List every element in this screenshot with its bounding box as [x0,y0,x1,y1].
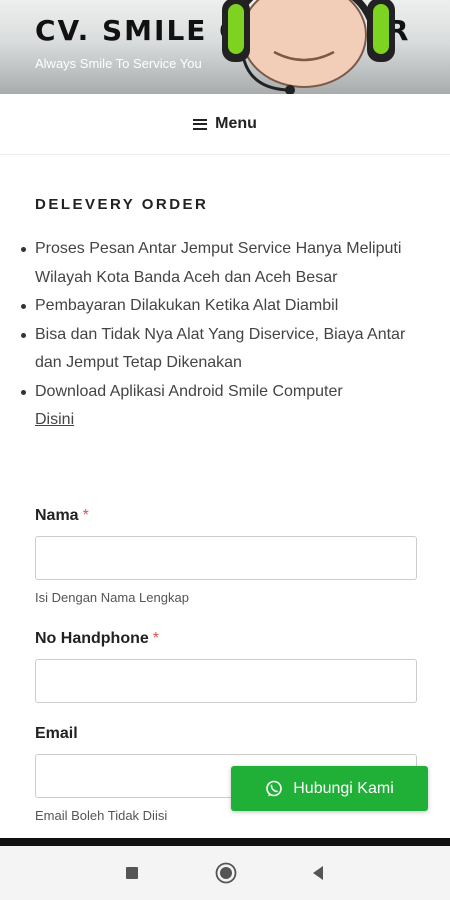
home-icon [215,862,237,884]
whatsapp-icon [266,780,283,796]
whatsapp-button-label: Hubungi Kami [293,779,394,797]
nama-input[interactable] [35,536,417,580]
mascot-logo [222,0,395,94]
info-list: Proses Pesan Antar Jemput Service Hanya … [21,235,420,435]
android-navbar [0,846,450,900]
phone-input[interactable] [35,659,417,703]
whatsapp-contact-button[interactable]: Hubungi Kami [231,766,428,811]
email-label: Email [35,725,78,742]
list-item: Pembayaran Dilakukan Ketika Alat Diambil [21,292,420,321]
recents-button[interactable] [112,846,152,900]
menu-toggle[interactable]: Menu [0,94,450,155]
back-button[interactable] [298,846,338,900]
section-title: DELEVERY ORDER [35,196,209,213]
nama-field-group: Nama * Isi Dengan Nama Lengkap [35,507,417,605]
nama-hint: Isi Dengan Nama Lengkap [35,590,189,605]
home-button[interactable] [206,846,246,900]
download-link[interactable]: Disini [35,411,74,428]
list-item: Proses Pesan Antar Jemput Service Hanya … [21,235,420,292]
list-item: Bisa dan Tidak Nya Alat Yang Diservice, … [21,321,420,378]
phone-label: No Handphone * [35,630,159,647]
main-content: DELEVERY ORDER Proses Pesan Antar Jemput… [21,196,420,435]
list-item-text: Download Aplikasi Android Smile Computer [35,382,343,400]
recents-icon [126,867,138,879]
browser-bottom-edge [0,838,450,846]
site-tagline: Always Smile To Service You [35,56,202,71]
hamburger-icon [193,118,208,130]
required-asterisk: * [152,630,159,647]
nama-label: Nama * [35,507,89,524]
back-icon [313,866,323,880]
menu-label: Menu [215,115,257,132]
list-item: Download Aplikasi Android Smile Computer… [21,378,420,435]
phone-field-group: No Handphone * [35,630,417,703]
site-header: CV. SMILE COMPUTER Always Smile To Servi… [0,0,450,94]
required-asterisk: * [82,507,89,524]
